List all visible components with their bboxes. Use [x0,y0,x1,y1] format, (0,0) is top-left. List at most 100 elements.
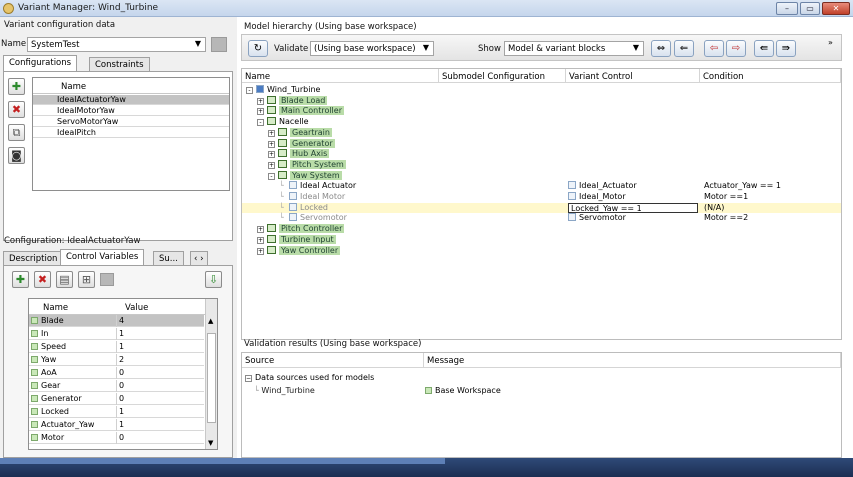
import-variables-icon[interactable]: ▤ [56,271,73,288]
set-default-config-icon[interactable]: ◙ [8,147,25,164]
variable-value[interactable]: 1 [116,419,124,431]
tree-node[interactable]: + Hub Axis [242,149,841,159]
forward-icon[interactable]: ⇨ [726,40,746,57]
close-button[interactable]: ✕ [822,2,850,15]
variable-value[interactable]: 1 [116,328,124,340]
previous-icon[interactable]: ⇚ [754,40,774,57]
variant-control-cell[interactable]: Servomotor [568,213,626,223]
tree-node[interactable]: + Geartrain [242,127,841,138]
expand-icon[interactable]: + [257,226,264,234]
tree-node[interactable]: + Yaw Controller [242,245,841,256]
tree-node[interactable]: └ Servomotor Servomotor Motor ==2 [242,213,841,223]
expand-icon[interactable]: + [268,161,275,169]
config-row[interactable]: IdealPitch [33,128,229,138]
tab-configurations[interactable]: Configurations [3,55,78,71]
tab-summary[interactable]: Su... [153,251,184,266]
validate-label[interactable]: Validate [274,44,308,54]
validate-icon[interactable]: ↻ [248,40,268,57]
copy-config-icon[interactable]: ⧉ [8,124,25,141]
tree-node[interactable]: └ Ideal Actuator Ideal_Actuator Actuator_Ya… [242,181,841,191]
save-config-button[interactable] [211,37,227,52]
scroll-down-icon[interactable]: ▼ [208,439,213,447]
export-variables-icon[interactable]: ⊞ [78,271,95,288]
collapse-icon[interactable]: - [257,119,264,127]
expand-icon[interactable] [31,330,38,337]
expand-icon[interactable] [31,369,38,376]
col-variant-control[interactable]: Variant Control [566,69,700,83]
variable-value[interactable]: 0 [116,367,124,379]
variable-row[interactable]: Locked 1 [29,406,204,418]
variable-row[interactable]: Gear 0 [29,380,204,392]
variable-row[interactable]: Yaw 2 [29,354,204,366]
config-row[interactable]: IdealActuatorYaw [33,95,229,105]
col-name[interactable]: Name [242,69,439,83]
variable-value[interactable]: 0 [116,393,124,405]
show-combo[interactable]: Model & variant blocks ▼ [504,41,644,56]
config-row[interactable]: ServoMotorYaw [33,117,229,127]
variable-row[interactable]: Motor 0 [29,432,204,444]
expand-icon[interactable] [31,408,38,415]
delete-config-icon[interactable]: ✖ [8,101,25,118]
download-icon[interactable]: ⇩ [205,271,222,288]
tree-node[interactable]: - Wind_Turbine [242,85,841,95]
vars-scrollbar[interactable]: ▲ ▼ [205,299,217,449]
validation-group[interactable]: − Data sources used for models [245,373,374,382]
tree-node[interactable]: └ Ideal Motor Ideal_Motor Motor ==1 [242,192,841,202]
delete-variable-icon[interactable]: ✖ [34,271,51,288]
variable-value[interactable]: 1 [116,406,124,418]
variable-row[interactable]: In 1 [29,328,204,340]
variant-control-cell[interactable]: Ideal_Motor [568,192,626,202]
expand-icon[interactable]: + [268,151,275,159]
expand-icon[interactable] [31,395,38,402]
tree-node[interactable]: - Nacelle [242,117,841,127]
variable-value[interactable]: 4 [116,315,124,327]
validate-combo[interactable]: (Using base workspace) ▼ [310,41,434,56]
variable-value[interactable]: 2 [116,354,124,366]
collapse-icon[interactable]: - [268,172,275,180]
variable-row[interactable]: Actuator_Yaw 1 [29,419,204,431]
overflow-icon[interactable]: » [828,38,833,47]
variable-row[interactable]: Speed 1 [29,341,204,353]
variable-row[interactable]: AoA 0 [29,367,204,379]
tab-control-variables[interactable]: Control Variables [60,249,145,265]
tab-scroll-arrows[interactable]: ‹ › [190,251,208,266]
expand-icon[interactable] [31,343,38,350]
tree-node[interactable]: + Generator [242,138,841,149]
tree-node[interactable]: + Pitch Controller [242,224,841,234]
tree-node[interactable]: + Pitch System [242,159,841,170]
next-icon[interactable]: ⇛ [776,40,796,57]
expand-icon[interactable] [31,434,38,441]
expand-icon[interactable] [31,317,38,324]
collapse-icon[interactable]: − [245,375,252,382]
tree-node[interactable]: + Main Controller [242,106,841,116]
expand-icon[interactable]: + [257,108,264,116]
expand-icon[interactable]: + [257,247,264,255]
config-name-combo[interactable]: SystemTest ▼ [27,37,206,52]
expand-icon[interactable]: + [257,236,264,244]
scroll-thumb[interactable] [207,333,216,423]
scroll-up-icon[interactable]: ▲ [208,317,213,325]
expand-icon[interactable] [31,421,38,428]
tree-node[interactable]: + Blade Load [242,95,841,106]
expand-icon[interactable]: + [257,97,264,105]
col-source[interactable]: Source [242,353,424,368]
add-config-icon[interactable]: ✚ [8,78,25,95]
variable-row[interactable]: Generator 0 [29,393,204,405]
col-message[interactable]: Message [424,353,841,368]
expand-icon[interactable] [31,382,38,389]
expand-icon[interactable]: + [268,129,275,137]
tree-node[interactable]: + Turbine Input [242,234,841,245]
variant-control-cell[interactable]: Ideal_Actuator [568,181,637,191]
variable-value[interactable]: 0 [116,432,124,444]
tab-constraints[interactable]: Constraints [89,57,150,72]
expand-icon[interactable]: ⇐ [674,40,694,57]
tab-description[interactable]: Description [3,251,64,266]
collapse-icon[interactable]: ⇔ [651,40,671,57]
maximize-button[interactable]: ▭ [800,2,820,15]
tree-node[interactable]: - Yaw System [242,170,841,181]
col-condition[interactable]: Condition [700,69,841,83]
add-variable-icon[interactable]: ✚ [12,271,29,288]
tree-node[interactable]: └ Locked Locked_Yaw == 1 (N/A) [242,202,841,213]
variant-control-cell[interactable]: Locked_Yaw == 1 [568,202,698,213]
variable-value[interactable]: 0 [116,380,124,392]
